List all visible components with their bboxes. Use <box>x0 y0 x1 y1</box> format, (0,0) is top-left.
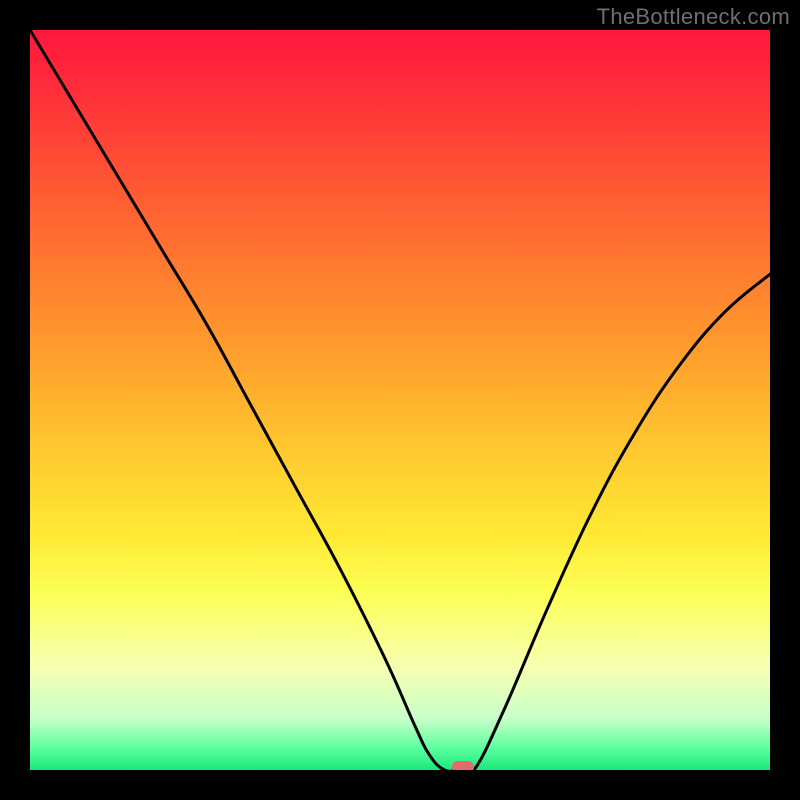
plot-area <box>30 30 770 770</box>
chart-frame: TheBottleneck.com <box>0 0 800 800</box>
watermark-text: TheBottleneck.com <box>597 4 790 30</box>
minimum-marker <box>452 761 474 770</box>
bottleneck-curve <box>30 30 770 770</box>
